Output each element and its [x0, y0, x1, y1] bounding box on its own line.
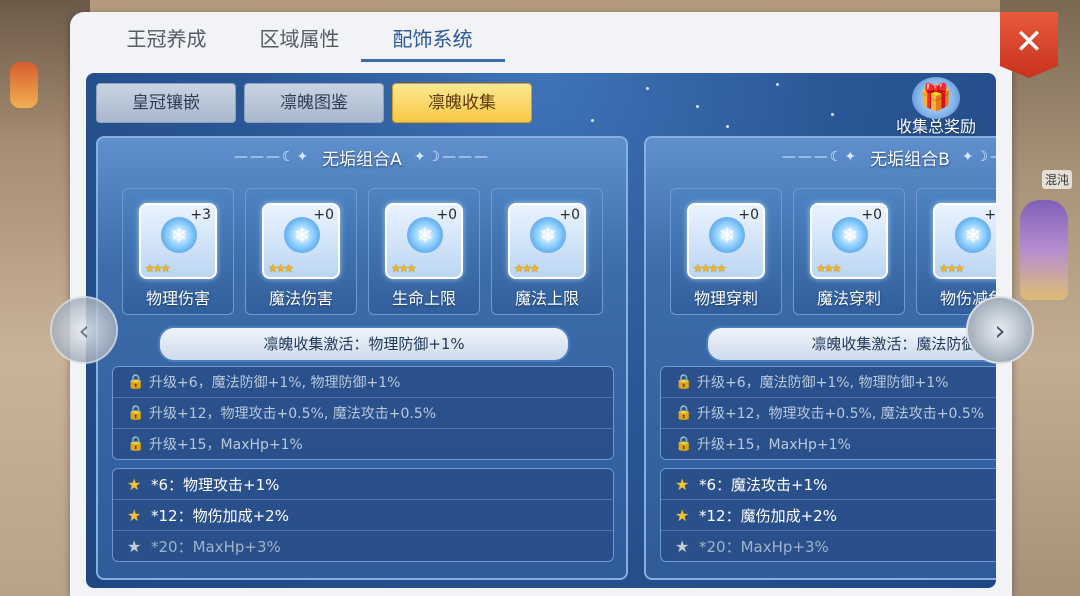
prev-page-button[interactable]: ‹	[50, 296, 118, 364]
item-level: +0	[559, 207, 580, 223]
item-level: +3	[190, 207, 211, 223]
item-stars: ★★★	[816, 262, 842, 275]
list-item: 🔒 升级+6，魔法防御+1%, 物理防御+1%	[113, 367, 613, 398]
collection-item[interactable]: ❄ +0 ★★★ 魔法上限	[491, 188, 603, 315]
snowflake-gem-icon: ❄ +0 ★★★	[262, 203, 340, 279]
item-name: 魔法上限	[514, 289, 579, 308]
subtab-crown-inlay[interactable]: 皇冠镶嵌	[96, 83, 236, 123]
lock-icon: 🔒	[127, 436, 145, 452]
combo-card-b: ———☾✦ 无垢组合B ✦☽——— ❄ +0 ★★★★ 物理穿刺 ❄ +0 ★★…	[644, 136, 996, 580]
close-button[interactable]: ✕	[1000, 12, 1058, 78]
star-bonus-list: ★ *6：魔法攻击+1% ★ *12：魔伤加成+2% ★ *20：MaxHp+3…	[660, 468, 996, 562]
item-stars: ★★★★	[693, 262, 726, 275]
collection-panel: 皇冠镶嵌 凛魄图鉴 凛魄收集 🎁 收集总奖励 ———☾✦ 无垢组合A ✦☽———…	[86, 73, 996, 588]
combo-card-a: ———☾✦ 无垢组合A ✦☽——— ❄ +3 ★★★ 物理伤害 ❄ +0 ★★★…	[96, 136, 628, 580]
item-level: +0	[436, 207, 457, 223]
item-name: 魔法伤害	[268, 289, 333, 308]
moon-ornament-icon: ———☾✦	[781, 149, 859, 165]
item-name: 物理伤害	[145, 289, 210, 308]
lock-icon: 🔒	[127, 374, 145, 390]
collection-item[interactable]: ❄ +0 ★★★ 生命上限	[368, 188, 480, 315]
tab-crown-growth[interactable]: 王冠养成	[100, 12, 233, 62]
star-icon: ★	[675, 505, 690, 525]
item-stars: ★★★	[268, 262, 294, 275]
tab-region-attributes[interactable]: 区域属性	[233, 12, 366, 62]
list-item: 🔒 升级+6，魔法防御+1%, 物理防御+1%	[661, 367, 996, 398]
collection-item[interactable]: ❄ +0 ★★★★ 物理穿刺	[670, 188, 782, 315]
moon-ornament-icon: ✦☽———	[961, 149, 996, 165]
chevron-left-icon: ‹	[78, 313, 90, 347]
star-icon: ★	[127, 536, 142, 556]
star-icon: ★	[675, 536, 690, 556]
background-character-left	[10, 62, 38, 108]
card-title: 无垢组合B	[870, 149, 950, 170]
card-title: 无垢组合A	[322, 149, 402, 170]
collection-item[interactable]: ❄ +3 ★★★ 物理伤害	[122, 188, 234, 315]
snowflake-gem-icon: ❄ +0 ★★★	[508, 203, 586, 279]
item-level: +0	[313, 207, 334, 223]
subtab-soul-codex[interactable]: 凛魄图鉴	[244, 83, 384, 123]
subtab-soul-collection[interactable]: 凛魄收集	[392, 83, 532, 123]
moon-ornament-icon: ———☾✦	[233, 149, 311, 165]
star-icon: ★	[675, 474, 690, 494]
lock-icon: 🔒	[675, 405, 693, 421]
list-item: ★ *12：魔伤加成+2%	[661, 500, 996, 531]
item-stars: ★★★	[939, 262, 965, 275]
reward-label: 收集总奖励	[895, 117, 976, 136]
star-icon: ★	[127, 505, 142, 525]
item-name: 生命上限	[391, 289, 456, 308]
item-level: +0	[861, 207, 882, 223]
item-level: +0	[738, 207, 759, 223]
item-name: 物理穿刺	[693, 289, 758, 308]
list-item: ★ *20：MaxHp+3%	[127, 536, 281, 556]
collection-item[interactable]: ❄ +0 ★★★ 魔法伤害	[245, 188, 357, 315]
item-stars: ★★★	[145, 262, 171, 275]
card-header: ———☾✦ 无垢组合B ✦☽———	[646, 138, 996, 176]
locked-bonus-list: 🔒 升级+6，魔法防御+1%, 物理防御+1% 🔒 升级+12，物理攻击+0.5…	[660, 366, 996, 460]
snowflake-gem-icon: ❄ +0 ★★★	[933, 203, 996, 279]
background-name-tag: 混沌	[1041, 170, 1072, 189]
card-header: ———☾✦ 无垢组合A ✦☽———	[98, 138, 626, 176]
next-page-button[interactable]: ›	[966, 296, 1034, 364]
snowflake-gem-icon: ❄ +0 ★★★	[385, 203, 463, 279]
lock-icon: 🔒	[675, 436, 693, 452]
list-item: ★ *20：MaxHp+3%	[675, 536, 829, 556]
tab-accessory-system[interactable]: 配饰系统	[366, 12, 499, 62]
list-item: ★ *6：物理攻击+1%	[113, 469, 613, 500]
locked-bonus-list: 🔒 升级+6，魔法防御+1%, 物理防御+1% 🔒 升级+12，物理攻击+0.5…	[112, 366, 614, 460]
background-character-right	[1020, 200, 1068, 300]
moon-ornament-icon: ✦☽———	[413, 149, 491, 165]
snowflake-gem-icon: ❄ +0 ★★★★	[687, 203, 765, 279]
activation-banner: 凛魄收集激活：魔法防御+1%	[706, 326, 996, 362]
item-level: +0	[984, 207, 996, 223]
item-stars: ★★★	[514, 262, 540, 275]
collection-item[interactable]: ❄ +0 ★★★ 魔法穿刺	[793, 188, 905, 315]
star-bonus-list: ★ *6：物理攻击+1% ★ *12：物伤加成+2% ★ *20：MaxHp+3…	[112, 468, 614, 562]
snowflake-gem-icon: ❄ +3 ★★★	[139, 203, 217, 279]
list-item: ★ *6：魔法攻击+1%	[661, 469, 996, 500]
collection-item[interactable]: ❄ +0 ★★★ 物伤减免	[916, 188, 996, 315]
snowflake-gem-icon: ❄ +0 ★★★	[810, 203, 888, 279]
list-item: 🔒 升级+12，物理攻击+0.5%, 魔法攻击+0.5%	[113, 398, 613, 429]
item-stars: ★★★	[391, 262, 417, 275]
list-item: ★ *12：物伤加成+2%	[113, 500, 613, 531]
star-icon: ★	[127, 474, 142, 494]
lock-icon: 🔒	[127, 405, 145, 421]
chevron-right-icon: ›	[994, 313, 1006, 347]
list-item: 🔒 升级+15，MaxHp+1%	[127, 436, 303, 453]
list-item: 🔒 升级+12，物理攻击+0.5%, 魔法攻击+0.5%	[661, 398, 996, 429]
list-item: 🔒 升级+15，MaxHp+1%	[675, 436, 851, 453]
main-tabs: 王冠养成 区域属性 配饰系统	[100, 12, 499, 62]
active-tab-underline	[361, 59, 505, 62]
activation-banner: 凛魄收集激活：物理防御+1%	[158, 326, 570, 362]
close-icon: ✕	[1014, 22, 1044, 62]
item-name: 魔法穿刺	[816, 289, 881, 308]
collection-total-reward-button[interactable]: 🎁 收集总奖励	[886, 77, 986, 137]
lock-icon: 🔒	[675, 374, 693, 390]
